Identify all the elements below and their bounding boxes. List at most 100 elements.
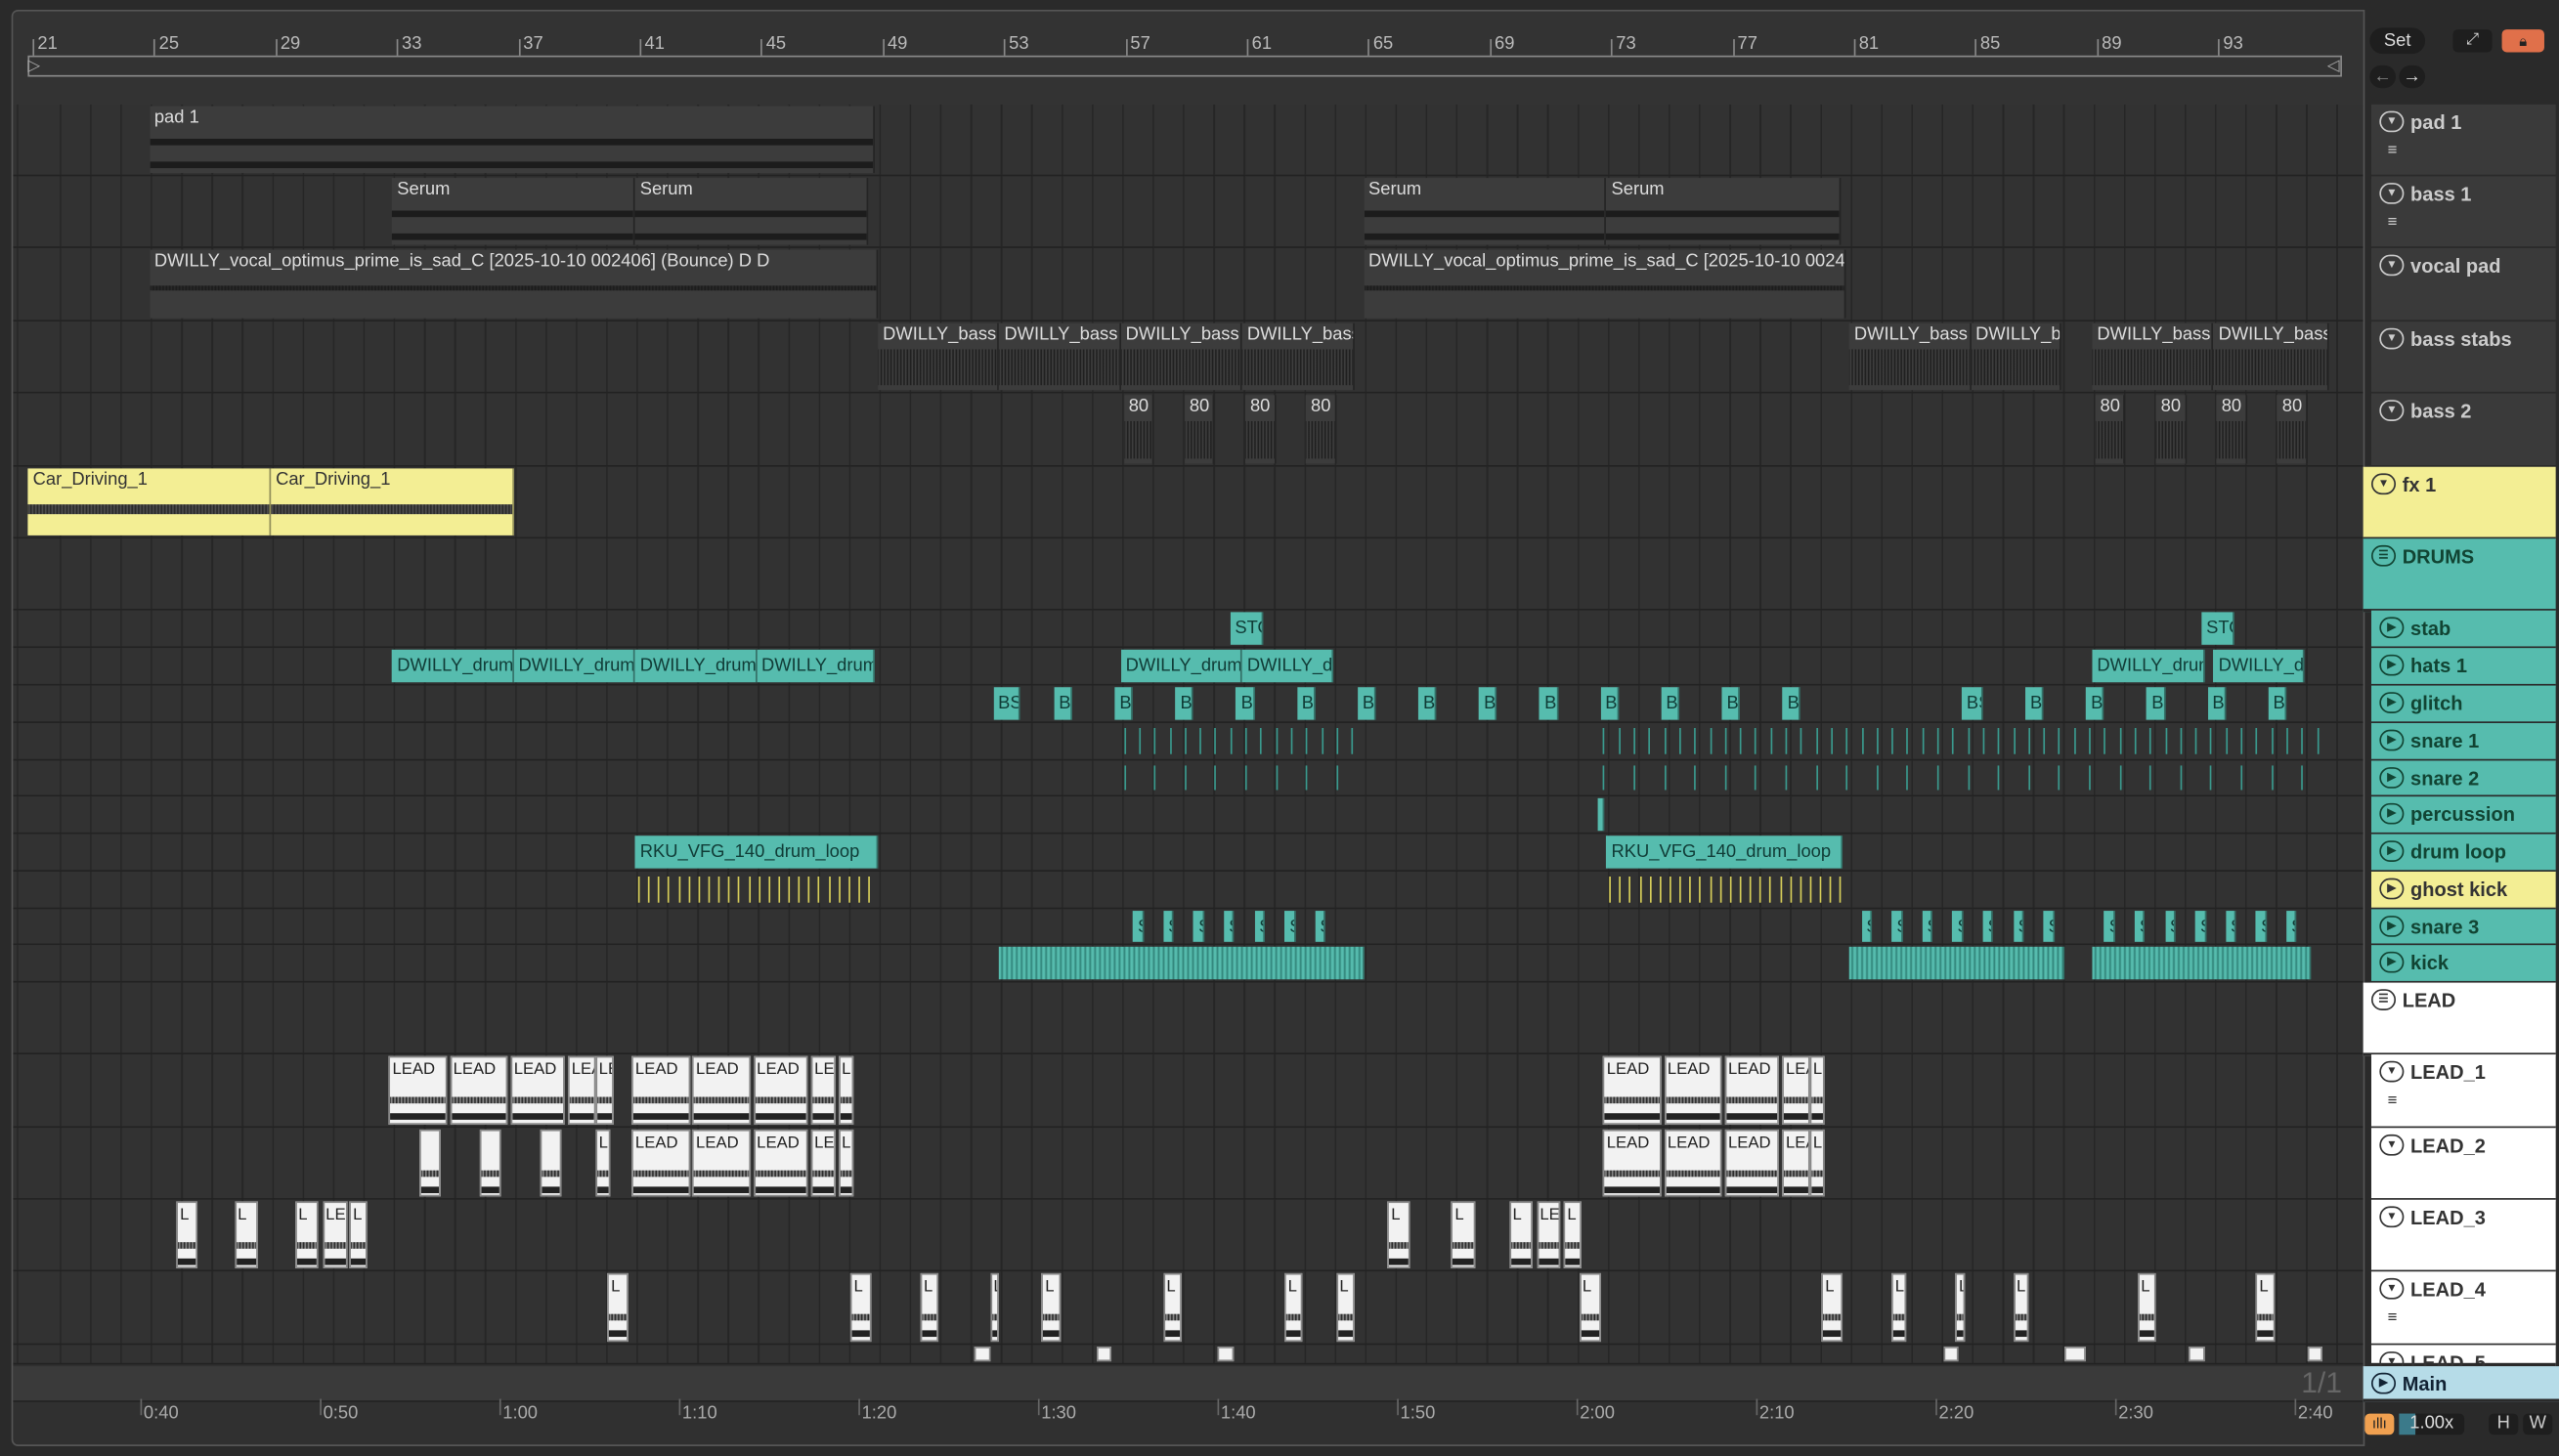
- clip[interactable]: [999, 946, 1365, 980]
- clip[interactable]: S: [2164, 911, 2176, 942]
- clip[interactable]: BS: [2147, 687, 2165, 720]
- clip[interactable]: BS: [1296, 687, 1316, 720]
- track-lane-bass-1[interactable]: Serum Serum Serum Serum: [13, 176, 2364, 248]
- clip[interactable]: LEAD: [1724, 1055, 1780, 1125]
- clip[interactable]: S: [2043, 911, 2055, 942]
- track-lane-snare-2[interactable]: [13, 760, 2364, 797]
- clip[interactable]: DWILLY_bass: [2092, 322, 2214, 391]
- clip[interactable]: Serum: [634, 178, 869, 245]
- clip[interactable]: BS: [1417, 687, 1437, 720]
- clip[interactable]: LEAD: [810, 1055, 836, 1125]
- clip[interactable]: L: [234, 1201, 259, 1268]
- clip[interactable]: LEAD: [1603, 1055, 1662, 1125]
- clip[interactable]: [1943, 1347, 1959, 1362]
- clip[interactable]: [541, 1129, 563, 1197]
- clip[interactable]: LEAD: [1782, 1055, 1810, 1125]
- clip[interactable]: S: [1133, 911, 1144, 942]
- clip[interactable]: L: [1821, 1272, 1843, 1343]
- clip[interactable]: [1217, 1347, 1234, 1362]
- clip[interactable]: L: [349, 1201, 367, 1268]
- clip[interactable]: LE: [1537, 1201, 1561, 1268]
- clip[interactable]: BS: [1721, 687, 1741, 720]
- clip[interactable]: DWILLY_drums: [634, 649, 757, 683]
- clip[interactable]: L: [990, 1272, 1000, 1343]
- clip[interactable]: [2189, 1347, 2205, 1362]
- collapse-icon[interactable]: ▼: [2379, 110, 2405, 133]
- lane-menu-icon[interactable]: ≡: [2388, 143, 2398, 160]
- clip[interactable]: [975, 1347, 991, 1362]
- clip[interactable]: LEAD: [389, 1055, 448, 1125]
- clip[interactable]: L: [920, 1272, 939, 1343]
- beat-time-ruler[interactable]: ▷ ◁ 21 25 29 33 37 41 45 49 53 57 61 65 69 73 77 81 85 89…: [13, 11, 2364, 107]
- lane-menu-icon[interactable]: ≡: [2388, 1092, 2398, 1110]
- track-header-lead_5[interactable]: ▼ LEAD_5: [2370, 1345, 2556, 1374]
- clip[interactable]: STO: [2201, 612, 2235, 645]
- track-header-snare-2[interactable]: ▶ snare 2: [2370, 760, 2556, 798]
- clip[interactable]: LEAD: [838, 1129, 854, 1197]
- clip[interactable]: LEAD: [1782, 1129, 1810, 1197]
- clip[interactable]: DWILLY_drums: [756, 649, 876, 683]
- clip[interactable]: BS: [2086, 687, 2104, 720]
- clip[interactable]: RKU_VFG_140_drum_loop: [634, 835, 879, 869]
- track-header-drum-loop[interactable]: ▶ drum loop: [2370, 834, 2556, 874]
- clip[interactable]: BS: [1236, 687, 1255, 720]
- clip[interactable]: BS: [1114, 687, 1134, 720]
- track-lane-stab[interactable]: STO STO: [13, 610, 2364, 649]
- loop-brace[interactable]: [27, 55, 2342, 77]
- expand-icon[interactable]: ▶: [2379, 692, 2405, 713]
- collapse-icon[interactable]: ▼: [2379, 1277, 2405, 1300]
- track-lane-drums[interactable]: [13, 538, 2364, 611]
- clip[interactable]: Car_Driving_1: [271, 468, 514, 535]
- track-header-snare-3[interactable]: ▶ snare 3: [2370, 909, 2556, 947]
- collapse-icon[interactable]: ▼: [2379, 400, 2405, 421]
- clip[interactable]: DWILLY_bass: [1971, 322, 2062, 391]
- clip[interactable]: Serum: [1364, 178, 1607, 245]
- track-lane-lead_3[interactable]: L L L LE L L L L LE L: [13, 1199, 2364, 1272]
- collapse-icon[interactable]: ▼: [2379, 327, 2405, 350]
- track-lane-bass-stabs[interactable]: DWILLY_bass DWILLY_bass DWILLY_bass DWILLY_…: [13, 321, 2364, 394]
- track-header-lead_1[interactable]: ▼ LEAD_1 ≡: [2370, 1054, 2556, 1130]
- clip[interactable]: Serum: [1606, 178, 1841, 245]
- clip[interactable]: LEAD: [595, 1129, 611, 1197]
- clip[interactable]: L: [1163, 1272, 1182, 1343]
- clip[interactable]: 80: [2095, 395, 2126, 464]
- clip[interactable]: Serum: [392, 178, 635, 245]
- expand-icon[interactable]: ▶: [2379, 729, 2405, 751]
- clip[interactable]: BS: [1782, 687, 1801, 720]
- expand-icon[interactable]: ▶: [2379, 951, 2405, 973]
- clip[interactable]: L: [1955, 1272, 1965, 1343]
- clip[interactable]: 80: [2216, 395, 2247, 464]
- clip[interactable]: LEAD: [1809, 1055, 1826, 1125]
- clip[interactable]: DWILLY_vocal_optimus_prime_is_sad_C [202…: [149, 249, 879, 319]
- collapse-icon[interactable]: ▼: [2379, 183, 2405, 204]
- clip[interactable]: BS: [2025, 687, 2044, 720]
- clip[interactable]: S: [1922, 911, 1933, 942]
- clip[interactable]: L: [850, 1272, 872, 1343]
- clip[interactable]: DWILLY_drums: [513, 649, 635, 683]
- clip[interactable]: DWILLY_drums: [2092, 649, 2205, 683]
- lane-menu-icon[interactable]: ≡: [2388, 1309, 2398, 1327]
- collapse-icon[interactable]: ▼: [2370, 473, 2397, 495]
- clip[interactable]: DWILLY_bass: [2213, 322, 2329, 391]
- clip[interactable]: S: [2286, 911, 2297, 942]
- track-lane-snare-3[interactable]: SSSSSSSSSSSSSSSSSSSSS: [13, 909, 2364, 946]
- clip[interactable]: [1096, 1347, 1112, 1362]
- clip[interactable]: L: [1452, 1201, 1476, 1268]
- clip[interactable]: DWILLY_vocal_optimus_prime_is_sad_C [202…: [1364, 249, 1846, 319]
- clip[interactable]: [419, 1129, 441, 1197]
- clip[interactable]: L: [2137, 1272, 2156, 1343]
- expand-icon[interactable]: ▶: [2379, 654, 2405, 676]
- track-lane-glitch[interactable]: BS BS BS BS BS BS BS BS BS BS BS BS BS BS BS BS BS BS BS BS: [13, 685, 2364, 723]
- clip[interactable]: pad 1: [149, 106, 876, 174]
- group-fold-icon[interactable]: ☰: [2370, 989, 2397, 1010]
- clip[interactable]: L: [1336, 1272, 1355, 1343]
- clip[interactable]: DWILLY_drums: [392, 649, 514, 683]
- forward-button[interactable]: →: [2399, 64, 2426, 89]
- track-lane-ghost-kick[interactable]: [13, 871, 2364, 910]
- clip[interactable]: BS: [1661, 687, 1680, 720]
- track-lane-lead_4[interactable]: LLLLLLLLLLLLLLL: [13, 1271, 2364, 1346]
- clip[interactable]: L: [176, 1201, 198, 1268]
- lane-menu-icon[interactable]: ≡: [2388, 215, 2398, 232]
- fit-height-button[interactable]: H: [2489, 1413, 2519, 1435]
- clip[interactable]: [1597, 797, 1605, 832]
